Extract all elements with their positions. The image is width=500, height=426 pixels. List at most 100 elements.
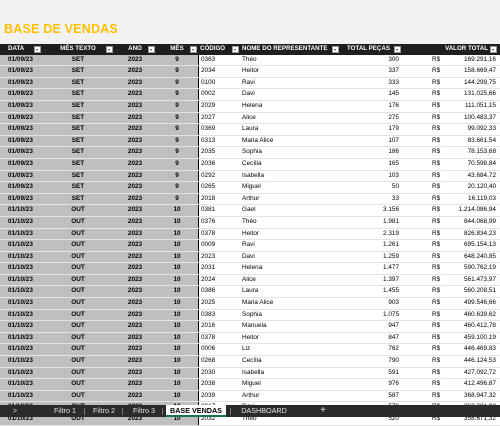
cell-data[interactable]: 01/10/23 (0, 344, 42, 356)
cell-ano[interactable]: 2023 (114, 193, 156, 205)
cell-total-pecas[interactable]: 176 (340, 101, 402, 112)
cell-mes-texto[interactable]: OUT (42, 356, 114, 367)
cell-nome[interactable]: Isabella (240, 171, 340, 182)
cell-data[interactable]: 01/09/23 (0, 89, 42, 100)
filter-dropdown-icon[interactable] (34, 45, 41, 53)
cell-mes[interactable]: 10 (156, 298, 198, 309)
cell-data[interactable]: 01/09/23 (0, 135, 42, 147)
cell-mes[interactable]: 10 (156, 216, 198, 228)
cell-total-pecas[interactable]: 1.261 (340, 240, 402, 251)
cell-total-pecas[interactable]: 790 (340, 356, 402, 367)
cell-valor-total[interactable]: 826.834,23 (430, 229, 498, 240)
cell-data[interactable]: 01/09/23 (0, 193, 42, 205)
cell-mes[interactable]: 9 (156, 182, 198, 193)
cell-mes-texto[interactable]: OUT (42, 286, 114, 298)
cell-total-pecas[interactable]: 847 (340, 333, 402, 344)
cell-valor-total[interactable]: 446.124,53 (430, 356, 498, 367)
cell-ano[interactable]: 2023 (114, 135, 156, 147)
cell-mes-texto[interactable]: SET (42, 66, 114, 77)
cell-mes[interactable]: 9 (156, 77, 198, 89)
cell-mes-texto[interactable]: OUT (42, 321, 114, 332)
cell-valor-total[interactable]: 460.639,62 (430, 310, 498, 321)
cell-valor-total[interactable]: 561.473,97 (430, 275, 498, 286)
cell-codigo[interactable]: 2029 (198, 100, 240, 112)
cell-ano[interactable]: 2023 (114, 367, 156, 379)
cell-mes-texto[interactable]: OUT (42, 344, 114, 356)
cell-ano[interactable]: 2023 (114, 124, 156, 135)
cell-mes-texto[interactable]: SET (42, 100, 114, 112)
cell-valor-total[interactable]: 78.153,68 (430, 147, 498, 158)
cell-codigo[interactable]: 2034 (198, 66, 240, 77)
cell-total-pecas[interactable]: 179 (340, 124, 402, 135)
cell-codigo[interactable]: 2038 (198, 379, 240, 390)
cell-total-pecas[interactable]: 103 (340, 171, 402, 182)
cell-valor-total[interactable]: 100.483,37 (430, 113, 498, 124)
cell-valor-total[interactable]: 169.291,16 (430, 55, 498, 66)
cell-data[interactable]: 01/10/23 (0, 356, 42, 367)
cell-codigo[interactable]: 0383 (198, 309, 240, 321)
cell-mes[interactable]: 9 (156, 135, 198, 147)
cell-ano[interactable]: 2023 (114, 356, 156, 367)
cell-mes-texto[interactable]: SET (42, 170, 114, 182)
cell-codigo[interactable]: 0313 (198, 135, 240, 147)
cell-data[interactable]: 01/10/23 (0, 367, 42, 379)
cell-data[interactable]: 01/10/23 (0, 240, 42, 251)
cell-nome[interactable]: Théo (240, 217, 340, 228)
cell-nome[interactable]: Cecília (240, 159, 340, 170)
cell-codigo[interactable]: 2018 (198, 193, 240, 205)
cell-mes-texto[interactable]: SET (42, 158, 114, 170)
cell-valor-total[interactable]: 590.762,19 (430, 263, 498, 274)
filter-dropdown-icon[interactable] (394, 45, 401, 53)
cell-ano[interactable]: 2023 (114, 89, 156, 100)
cell-ano[interactable]: 2023 (114, 263, 156, 274)
cell-total-pecas[interactable]: 1.259 (340, 252, 402, 263)
cell-data[interactable]: 01/10/23 (0, 390, 42, 402)
cell-mes[interactable]: 9 (156, 170, 198, 182)
cell-valor-total[interactable]: 695.154,13 (430, 240, 498, 251)
tab-filtro-2[interactable]: Filtro 2 (90, 405, 118, 417)
cell-codigo[interactable]: 0006 (198, 344, 240, 356)
filter-dropdown-icon[interactable] (148, 45, 155, 53)
cell-mes-texto[interactable]: OUT (42, 263, 114, 274)
filter-dropdown-icon[interactable] (232, 45, 239, 53)
cell-data[interactable]: 01/10/23 (0, 286, 42, 298)
cell-data[interactable]: 01/10/23 (0, 321, 42, 332)
cell-valor-total[interactable]: 460.412,78 (430, 321, 498, 332)
cell-data[interactable]: 01/09/23 (0, 66, 42, 77)
cell-nome[interactable]: Ravi (240, 78, 340, 89)
cell-mes[interactable]: 9 (156, 193, 198, 205)
cell-codigo[interactable]: 2039 (198, 390, 240, 402)
tab-base-vendas[interactable]: BASE VENDAS (166, 405, 226, 417)
cell-data[interactable]: 01/10/23 (0, 263, 42, 274)
cell-data[interactable]: 01/10/23 (0, 298, 42, 309)
cell-mes-texto[interactable]: OUT (42, 240, 114, 251)
cell-mes[interactable]: 10 (156, 251, 198, 263)
cell-data[interactable]: 01/10/23 (0, 332, 42, 344)
cell-total-pecas[interactable]: 976 (340, 379, 402, 390)
cell-mes-texto[interactable]: OUT (42, 367, 114, 379)
cell-codigo[interactable]: 0369 (198, 124, 240, 135)
cell-data[interactable]: 01/10/23 (0, 228, 42, 240)
cell-total-pecas[interactable]: 2.319 (340, 229, 402, 240)
cell-ano[interactable]: 2023 (114, 205, 156, 216)
cell-codigo[interactable]: 2023 (198, 251, 240, 263)
cell-mes[interactable]: 9 (156, 147, 198, 158)
cell-ano[interactable]: 2023 (114, 344, 156, 356)
cell-valor-total[interactable]: 43.684,72 (430, 171, 498, 182)
filter-dropdown-icon[interactable] (490, 45, 497, 53)
cell-nome[interactable]: Maria Alice (240, 136, 340, 147)
cell-ano[interactable]: 2023 (114, 286, 156, 298)
cell-mes[interactable]: 10 (156, 286, 198, 298)
cell-mes[interactable]: 10 (156, 379, 198, 390)
cell-codigo[interactable]: 0378 (198, 332, 240, 344)
cell-mes[interactable]: 10 (156, 321, 198, 332)
cell-data[interactable]: 01/10/23 (0, 205, 42, 216)
cell-nome[interactable]: Manuela (240, 321, 340, 332)
cell-codigo[interactable]: 2030 (198, 367, 240, 379)
cell-mes[interactable]: 9 (156, 124, 198, 135)
cell-nome[interactable]: Helena (240, 263, 340, 274)
cell-data[interactable]: 01/09/23 (0, 147, 42, 158)
cell-nome[interactable]: Arthur (240, 194, 340, 205)
cell-mes[interactable]: 10 (156, 263, 198, 274)
cell-total-pecas[interactable]: 1.981 (340, 217, 402, 228)
